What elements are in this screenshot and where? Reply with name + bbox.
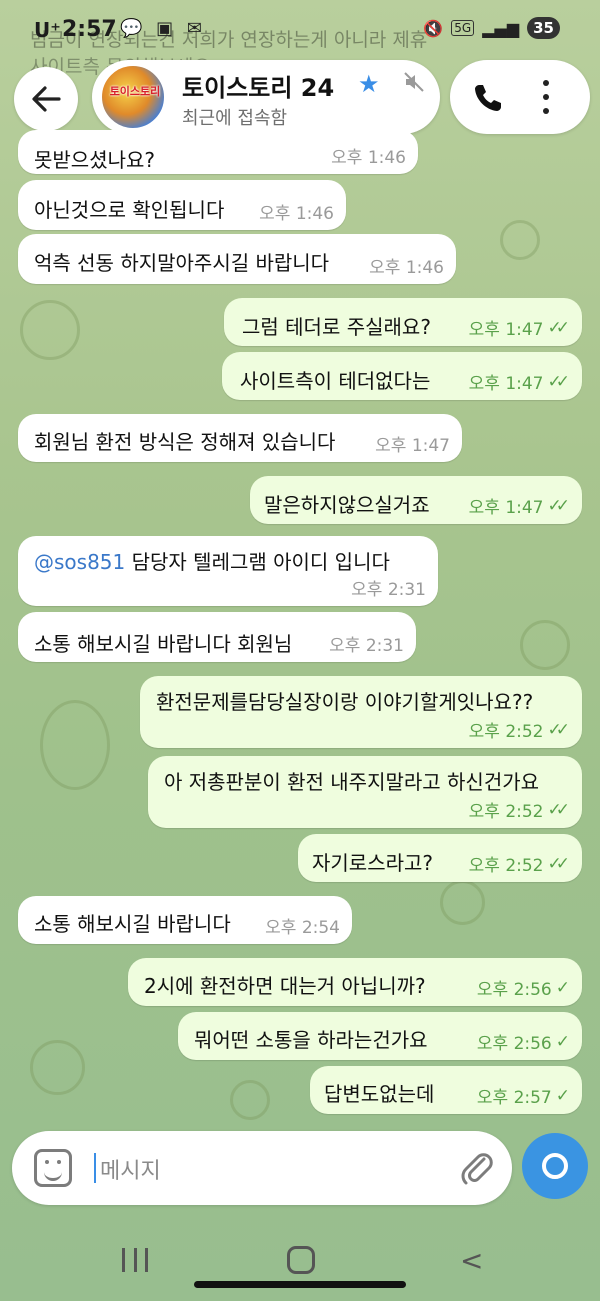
battery-badge: 35: [527, 17, 560, 39]
more-vertical-icon[interactable]: [542, 80, 550, 114]
message-bubble[interactable]: 억측 선동 하지말아주시길 바랍니다 오후 1:46: [18, 234, 456, 284]
message-text: 억측 선동 하지말아주시길 바랍니다: [34, 251, 330, 275]
paperclip-icon[interactable]: [458, 1149, 494, 1187]
message-text: 사이트측이 테더없다는: [240, 369, 431, 393]
check-icon: ✓: [555, 1085, 570, 1106]
message-text: 아닌것으로 확인됩니다: [34, 198, 225, 222]
message-text: 자기로스라고?: [312, 851, 434, 875]
message-bubble[interactable]: 사이트측이 테더없다는 오후 1:47 ✓✓: [222, 352, 582, 400]
message-time: 오후 1:47: [375, 436, 450, 456]
home-button[interactable]: [287, 1246, 315, 1274]
message-text: 말은하지않으실거죠: [264, 493, 430, 517]
message-text: 그럼 테더로 주실래요?: [242, 315, 431, 339]
message-text: 아 저총판분이 환전 내주지말라고 하신건가요: [164, 770, 540, 794]
chat-title: 토이스토리 24: [182, 74, 335, 102]
message-time: 오후 2:52 ✓✓: [469, 851, 570, 877]
double-check-icon: ✓✓: [547, 371, 570, 392]
network-label: 5G: [451, 20, 475, 36]
mute-status-icon: 🔇: [423, 18, 444, 38]
message-time: 오후 2:31: [329, 636, 404, 656]
notification-icons: 💬 ▣ ✉: [120, 18, 206, 39]
message-bubble[interactable]: 아닌것으로 확인됩니다 오후 1:46: [18, 180, 346, 230]
message-bubble[interactable]: 아 저총판분이 환전 내주지말라고 하신건가요 오후 2:52 ✓✓: [148, 756, 582, 828]
message-text: 소통 해보시길 바랍니다: [34, 912, 231, 936]
double-check-icon: ✓✓: [547, 719, 570, 740]
sticker-icon[interactable]: [34, 1149, 72, 1187]
message-bubble[interactable]: 못받으셨나요? 오후 1:46: [18, 130, 418, 174]
message-text: 못받으셨나요?: [34, 148, 156, 172]
signal-icon: ▂▄▆: [482, 18, 520, 38]
message-time: 오후 2:54: [265, 918, 340, 938]
message-bubble[interactable]: 그럼 테더로 주실래요? 오후 1:47 ✓✓: [224, 298, 582, 346]
message-bubble[interactable]: 뭐어떤 소통을 하라는건가요 오후 2:56 ✓: [178, 1012, 582, 1060]
header-actions: [450, 60, 590, 134]
message-bubble[interactable]: 환전문제를담당실장이랑 이야기할게잇나요?? 오후 2:52 ✓✓: [140, 676, 582, 748]
double-check-icon: ✓✓: [547, 853, 570, 874]
message-text: @sos851 담당자 텔레그램 아이디 입니다: [34, 550, 390, 574]
message-bubble[interactable]: 답변도없는데 오후 2:57 ✓: [310, 1066, 582, 1114]
avatar-logo-text: 토이스토리: [109, 85, 161, 98]
message-time: 오후 2:31: [351, 580, 426, 600]
back-button[interactable]: [14, 67, 78, 131]
message-time: 오후 2:52 ✓✓: [469, 717, 570, 743]
phone-icon[interactable]: [472, 82, 504, 114]
star-icon: ★: [358, 70, 380, 98]
message-text: 2시에 환전하면 대는거 아닙니까?: [144, 974, 426, 998]
message-time: 오후 1:46: [331, 148, 406, 168]
message-time: 오후 1:46: [259, 204, 334, 224]
message-bubble[interactable]: 소통 해보시길 바랍니다 회원님 오후 2:31: [18, 612, 416, 662]
message-time: 오후 1:47 ✓✓: [469, 369, 570, 395]
check-icon: ✓: [555, 977, 570, 998]
mute-icon: [404, 72, 424, 92]
chat-subtitle: 최근에 접속함: [182, 108, 288, 129]
message-time: 오후 2:52 ✓✓: [469, 797, 570, 823]
message-text: 답변도없는데: [324, 1082, 435, 1106]
message-time: 오후 2:56 ✓: [477, 1029, 570, 1055]
message-time: 오후 2:56 ✓: [477, 975, 570, 1001]
message-time: 오후 1:47 ✓✓: [469, 315, 570, 341]
message-input-bar: 메시지: [12, 1131, 512, 1205]
carrier-label: U⁺: [34, 18, 61, 42]
message-time: 오후 1:47 ✓✓: [469, 493, 570, 519]
avatar[interactable]: 토이스토리: [100, 64, 166, 130]
message-bubble[interactable]: 말은하지않으실거죠 오후 1:47 ✓✓: [250, 476, 582, 524]
message-text: 회원님 환전 방식은 정해져 있습니다: [34, 430, 336, 454]
status-bar: 범금이 연장되는건 저희가 연장하는게 아니라 제휴 사이트측 문의해보세요 U…: [0, 0, 600, 78]
double-check-icon: ✓✓: [547, 495, 570, 516]
double-check-icon: ✓✓: [547, 317, 570, 338]
message-time: 오후 1:46: [369, 258, 444, 278]
message-time: 오후 2:57 ✓: [477, 1083, 570, 1109]
chat-header[interactable]: 토이스토리 토이스토리 24 ★ 최근에 접속함: [92, 60, 440, 134]
message-bubble[interactable]: 2시에 환전하면 대는거 아닙니까? 오후 2:56 ✓: [128, 958, 582, 1006]
message-text: 뭐어떤 소통을 하라는건가요: [194, 1028, 428, 1052]
text-cursor: [94, 1153, 96, 1183]
message-bubble[interactable]: 회원님 환전 방식은 정해져 있습니다 오후 1:47: [18, 414, 462, 462]
check-icon: ✓: [555, 1031, 570, 1052]
username-mention-link[interactable]: @sos851: [34, 550, 125, 574]
camera-icon: [542, 1153, 568, 1179]
camera-button[interactable]: [522, 1133, 588, 1199]
home-indicator[interactable]: [194, 1281, 406, 1288]
message-bubble[interactable]: 소통 해보시길 바랍니다 오후 2:54: [18, 896, 352, 944]
message-bubble[interactable]: 자기로스라고? 오후 2:52 ✓✓: [298, 834, 582, 882]
arrow-left-icon: [32, 86, 61, 112]
recent-apps-button[interactable]: [122, 1248, 148, 1272]
status-right: 🔇 5G ▂▄▆ 35: [423, 17, 560, 39]
message-text: 환전문제를담당실장이랑 이야기할게잇나요??: [156, 690, 534, 714]
double-check-icon: ✓✓: [547, 799, 570, 820]
status-time: 2:57: [62, 17, 117, 42]
nav-back-button[interactable]: <: [460, 1244, 483, 1277]
message-bubble[interactable]: @sos851 담당자 텔레그램 아이디 입니다 오후 2:31: [18, 536, 438, 606]
message-text: 소통 해보시길 바랍니다 회원님: [34, 632, 293, 656]
message-input[interactable]: 메시지: [100, 1153, 161, 1185]
